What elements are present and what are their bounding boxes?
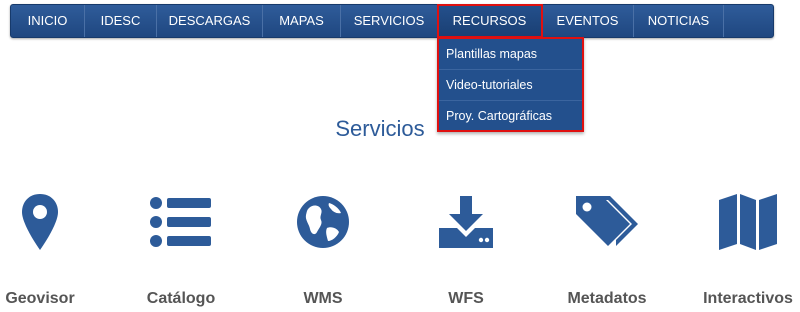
section-title: Servicios [335, 116, 425, 141]
service-geovisor[interactable]: Geovisor [0, 180, 100, 312]
download-icon [406, 188, 526, 256]
service-catalogo[interactable]: Catálogo [121, 180, 241, 312]
service-label: WMS [303, 290, 343, 307]
globe-icon [263, 188, 383, 256]
service-label: Interactivos [703, 290, 793, 307]
nav-item-eventos[interactable]: EVENTOS [542, 5, 634, 37]
nav-item-inicio[interactable]: INICIO [11, 5, 85, 37]
list-icon [121, 188, 241, 256]
nav-item-noticias[interactable]: NOTICIAS [634, 5, 724, 37]
tags-icon [547, 188, 667, 256]
service-label: Metadatos [567, 290, 647, 307]
nav-item-idesc[interactable]: IDESC [85, 5, 157, 37]
service-label: Geovisor [5, 290, 75, 307]
nav-item-servicios[interactable]: SERVICIOS [341, 5, 438, 37]
nav-item-descargas[interactable]: DESCARGAS [157, 5, 263, 37]
service-label: Catálogo [146, 290, 216, 307]
service-label: WFS [448, 290, 484, 307]
dropdown-item-plantillas-mapas[interactable]: Plantillas mapas [439, 39, 582, 70]
nav-item-recursos[interactable]: RECURSOS [437, 4, 543, 38]
map-marker-icon [0, 188, 100, 256]
service-wms[interactable]: WMS [263, 180, 383, 312]
dropdown-item-video-tutoriales[interactable]: Video-tutoriales [439, 70, 582, 101]
service-wfs[interactable]: WFS [406, 180, 526, 312]
service-interactivos[interactable]: Interactivos [688, 180, 800, 312]
service-metadatos[interactable]: Metadatos [547, 180, 667, 312]
nav-item-mapas[interactable]: MAPAS [263, 5, 341, 37]
main-navbar: INICIO IDESC DESCARGAS MAPAS SERVICIOS R… [10, 4, 774, 38]
map-icon [688, 188, 800, 256]
